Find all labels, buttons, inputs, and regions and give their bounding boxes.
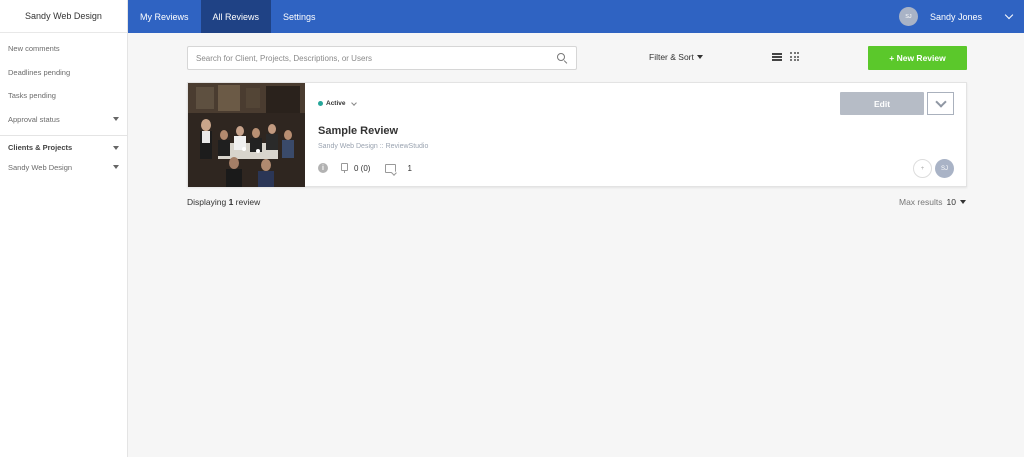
max-results-select[interactable]: Max results 10 [899, 197, 966, 207]
search-input[interactable] [196, 53, 556, 63]
review-card[interactable]: Active Sample Review Sandy Web Design ::… [187, 82, 967, 187]
brand-name[interactable]: Sandy Web Design [0, 0, 127, 33]
grid-view-icon[interactable] [790, 52, 799, 61]
sidebar-item-label: Tasks pending [8, 91, 56, 101]
user-name[interactable]: Sandy Jones [930, 12, 982, 22]
sidebar-item-label: Approval status [8, 114, 60, 124]
caret-down-icon [113, 117, 119, 122]
status-dropdown[interactable]: Active [318, 99, 357, 107]
status-label: Active [326, 100, 346, 107]
tab-settings[interactable]: Settings [271, 0, 328, 33]
edit-button[interactable]: Edit [840, 92, 924, 115]
list-view-icon[interactable] [772, 53, 782, 61]
results-count: Displaying 1 review [187, 197, 260, 207]
max-results-label: Max results [899, 197, 943, 207]
chevron-down-icon [350, 99, 357, 106]
info-icon[interactable]: i [318, 163, 328, 173]
caret-down-icon [959, 200, 966, 204]
add-member-button[interactable]: + [913, 159, 932, 178]
filter-sort-dropdown[interactable]: Filter & Sort [649, 52, 703, 62]
max-results-value: 10 [946, 197, 956, 207]
sidebar-filters: New comments Deadlines pending Tasks pen… [0, 33, 127, 131]
status-dot-icon [318, 101, 323, 106]
review-breadcrumb[interactable]: Sandy Web Design :: ReviewStudio [318, 143, 428, 150]
results-suffix: review [233, 197, 261, 207]
sidebar-item-label: Clients & Projects [8, 143, 73, 153]
review-thumbnail[interactable] [188, 83, 305, 187]
member-avatar[interactable]: SJ [935, 159, 954, 178]
top-nav: My Reviews All Reviews Settings SJ Sandy… [128, 0, 1024, 33]
review-options-button[interactable] [927, 92, 954, 115]
user-menu[interactable]: SJ Sandy Jones [898, 0, 1024, 33]
sidebar-item-approval-status[interactable]: Approval status [0, 108, 127, 132]
review-title[interactable]: Sample Review [318, 125, 398, 137]
sidebar: Sandy Web Design New comments Deadlines … [0, 0, 128, 457]
sidebar-item-deadlines-pending[interactable]: Deadlines pending [0, 61, 127, 85]
chevron-down-icon [934, 95, 947, 108]
sidebar-item-sandy-web-design[interactable]: Sandy Web Design [0, 156, 127, 180]
sidebar-item-new-comments[interactable]: New comments [0, 37, 127, 61]
review-meta: i 0 (0) 1 [318, 163, 412, 173]
comment-icon [385, 163, 397, 173]
tab-my-reviews[interactable]: My Reviews [128, 0, 201, 33]
sidebar-item-label: New comments [8, 44, 60, 54]
comment-count: 1 [407, 163, 412, 173]
search-icon[interactable] [556, 52, 568, 64]
pin-count: 0 (0) [354, 163, 371, 173]
filter-sort-label: Filter & Sort [649, 52, 694, 62]
sidebar-item-tasks-pending[interactable]: Tasks pending [0, 84, 127, 108]
chevron-down-icon[interactable] [1004, 10, 1014, 20]
tab-all-reviews[interactable]: All Reviews [200, 0, 272, 33]
sidebar-item-label: Deadlines pending [8, 67, 71, 77]
user-avatar[interactable]: SJ [898, 7, 918, 26]
new-review-button[interactable]: + New Review [868, 46, 967, 70]
search-box [187, 46, 577, 70]
pin-icon [339, 163, 349, 173]
results-prefix: Displaying [187, 197, 229, 207]
caret-down-icon [696, 55, 703, 59]
sidebar-item-label: Sandy Web Design [8, 162, 73, 172]
caret-down-icon [113, 145, 119, 150]
caret-down-icon [113, 165, 119, 170]
